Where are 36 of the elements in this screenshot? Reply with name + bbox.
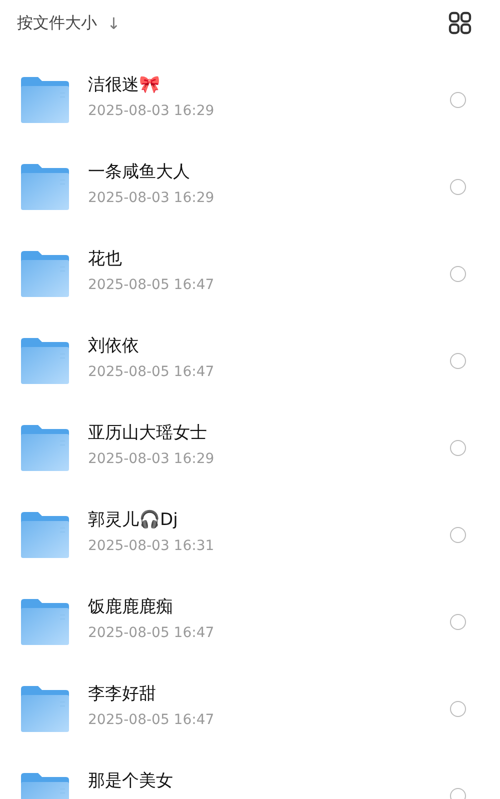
- folder-icon: [20, 684, 70, 732]
- select-radio[interactable]: [450, 352, 466, 368]
- folder-date: 2025-08-05 16:47: [88, 712, 216, 728]
- select-radio[interactable]: [450, 614, 466, 630]
- folder-name: 花也: [88, 248, 123, 270]
- folder-date: 2025-08-03 16:29: [88, 102, 216, 118]
- folder-name: 亚历山大瑶女士: [88, 422, 208, 444]
- select-radio[interactable]: [450, 440, 466, 456]
- folder-name: 一条咸鱼大人: [88, 160, 191, 184]
- folder-name: 郭灵儿🎧Dj: [88, 508, 179, 532]
- folder-icon: [20, 598, 70, 646]
- folder-name: 饭鹿鹿鹿痴: [88, 596, 174, 618]
- sort-button[interactable]: 按文件大小 ↓: [17, 12, 120, 34]
- folder-name: 洁很迷🎀: [88, 74, 161, 96]
- folder-icon: [20, 510, 70, 558]
- folder-icon: [20, 76, 70, 124]
- folder-date: 2025-08-03 16:29: [88, 190, 216, 206]
- folder-icon: [20, 336, 70, 384]
- folder-date: 2025-08-05 16:47: [88, 364, 216, 380]
- folder-name: 李李好甜: [88, 682, 157, 706]
- folder-date: 2025-08-03 16:29: [88, 450, 216, 466]
- grid-view-icon[interactable]: [448, 11, 472, 35]
- folder-date: 2025-08-05 16:47: [88, 624, 216, 640]
- folder-icon: [20, 250, 70, 298]
- folder-name: 那是个美女: [88, 770, 174, 792]
- select-radio[interactable]: [450, 266, 466, 282]
- select-radio[interactable]: [450, 788, 466, 799]
- select-radio[interactable]: [450, 526, 466, 542]
- select-radio[interactable]: [450, 178, 466, 194]
- folder-icon: [20, 162, 70, 210]
- folder-date: 2025-08-03 16:31: [88, 538, 216, 554]
- folder-name: 刘依依: [88, 334, 140, 358]
- select-radio[interactable]: [450, 92, 466, 108]
- folder-date: 2025-08-05 16:47: [88, 276, 216, 292]
- folder-icon: [20, 424, 70, 472]
- select-radio[interactable]: [450, 700, 466, 716]
